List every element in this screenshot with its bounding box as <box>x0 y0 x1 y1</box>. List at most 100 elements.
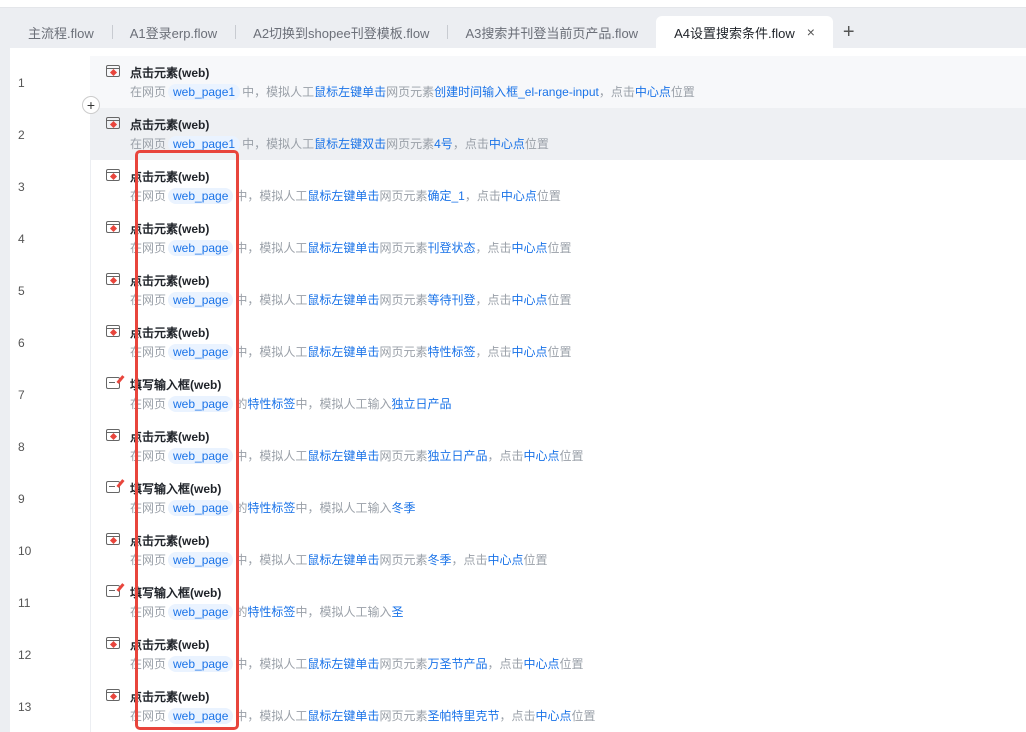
flow-step-row[interactable]: 13 点击元素(web) 在网页 web_page 中，模拟人工鼠标左键单击网页元素… <box>10 680 1026 732</box>
line-number: 5 <box>18 284 25 298</box>
desc-text: 中，模拟人工 <box>235 189 308 203</box>
step-title: 点击元素(web) <box>130 274 210 288</box>
step-body[interactable]: 点击元素(web) 在网页 web_page 中，模拟人工鼠标左键单击网页元素万圣节… <box>90 628 1026 680</box>
desc-text: 在网页 <box>130 345 167 359</box>
tab-label: A4设置搜索条件.flow <box>674 25 795 41</box>
desc-text: 中，模拟人工输入 <box>295 501 392 515</box>
param-value: 等待刊登 <box>427 293 476 307</box>
desc-text: 网页元素 <box>379 553 428 567</box>
step-body[interactable]: 填写输入框(web) 在网页 web_page 的特性标签中，模拟人工输入圣 <box>90 576 1026 628</box>
step-body[interactable]: 填写输入框(web) 在网页 web_page 的特性标签中，模拟人工输入独立日产品 <box>90 368 1026 420</box>
flow-step-row[interactable]: 5 点击元素(web) 在网页 web_page 中，模拟人工鼠标左键单击网页元素等… <box>10 264 1026 316</box>
step-body[interactable]: 点击元素(web) 在网页 web_page 中，模拟人工鼠标左键单击网页元素确定_… <box>90 160 1026 212</box>
line-number: 11 <box>18 596 31 610</box>
param-value: 特性标签 <box>247 605 296 619</box>
tab-0[interactable]: 主流程.flow <box>10 16 112 48</box>
line-number: 12 <box>18 648 32 662</box>
desc-text: ，点击 <box>487 657 524 671</box>
click-element-icon <box>106 221 120 233</box>
desc-text: 位置 <box>559 657 584 671</box>
step-body[interactable]: 点击元素(web) 在网页 web_page 中，模拟人工鼠标左键单击网页元素等待刊… <box>90 264 1026 316</box>
param-value: 中心点 <box>511 241 548 255</box>
click-element-icon <box>106 637 120 649</box>
flow-step-row[interactable]: 3 点击元素(web) 在网页 web_page 中，模拟人工鼠标左键单击网页元素确… <box>10 160 1026 212</box>
param-value: 独立日产品 <box>391 397 452 411</box>
desc-text: ，点击 <box>464 189 501 203</box>
step-body[interactable]: 点击元素(web) 在网页 web_page 中，模拟人工鼠标左键单击网页元素特性标… <box>90 316 1026 368</box>
param-value: 鼠标左键单击 <box>307 709 380 723</box>
param-value: 4号 <box>434 137 453 151</box>
flow-step-row[interactable]: 2 点击元素(web) 在网页 web_page1 中，模拟人工鼠标左键双击网页元素… <box>10 108 1026 160</box>
flow-step-row[interactable]: 1 点击元素(web) 在网页 web_page1 中，模拟人工鼠标左键单击网页元素… <box>10 56 1026 108</box>
step-body[interactable]: 点击元素(web) 在网页 web_page 中，模拟人工鼠标左键单击网页元素圣帕特… <box>90 680 1026 732</box>
step-body[interactable]: 点击元素(web) 在网页 web_page 中，模拟人工鼠标左键单击网页元素刊登状… <box>90 212 1026 264</box>
step-description: 在网页 web_page 的特性标签中，模拟人工输入圣 <box>130 603 403 620</box>
param-value: 鼠标左键单击 <box>307 293 380 307</box>
param-value: 鼠标左键单击 <box>307 657 380 671</box>
click-element-icon <box>106 65 120 77</box>
step-title: 填写输入框(web) <box>130 378 222 392</box>
flow-step-row[interactable]: 10 点击元素(web) 在网页 web_page 中，模拟人工鼠标左键单击网页元素… <box>10 524 1026 576</box>
desc-text: 位置 <box>559 449 584 463</box>
desc-text: 中，模拟人工输入 <box>295 397 392 411</box>
fill-input-icon <box>106 481 120 493</box>
desc-text: ，点击 <box>475 345 512 359</box>
step-description: 在网页 web_page 中，模拟人工鼠标左键单击网页元素特性标签，点击中心点位置 <box>130 343 572 360</box>
desc-text: 在网页 <box>130 449 167 463</box>
param-value: 冬季 <box>427 553 452 567</box>
tab-3[interactable]: A3搜索并刊登当前页产品.flow <box>447 16 656 48</box>
desc-text: 在网页 <box>130 501 167 515</box>
step-title: 点击元素(web) <box>130 430 210 444</box>
desc-text: 位置 <box>547 241 572 255</box>
step-title: 点击元素(web) <box>130 638 210 652</box>
desc-text: 位置 <box>547 345 572 359</box>
tab-2[interactable]: A2切换到shopee刊登模板.flow <box>235 16 447 48</box>
flow-step-row[interactable]: 8 点击元素(web) 在网页 web_page 中，模拟人工鼠标左键单击网页元素独… <box>10 420 1026 472</box>
flow-step-row[interactable]: 6 点击元素(web) 在网页 web_page 中，模拟人工鼠标左键单击网页元素特… <box>10 316 1026 368</box>
flow-step-row[interactable]: 11 填写输入框(web) 在网页 web_page 的特性标签中，模拟人工输入圣 <box>10 576 1026 628</box>
desc-text: 位置 <box>524 137 549 151</box>
desc-text: 中，模拟人工 <box>242 85 315 99</box>
insert-step-button[interactable]: + <box>82 96 100 114</box>
click-element-icon <box>106 169 120 181</box>
flow-editor: + 1 点击元素(web) 在网页 web_page1 中，模拟人工鼠标左键单击网页… <box>10 48 1026 732</box>
step-body[interactable]: 点击元素(web) 在网页 web_page 中，模拟人工鼠标左键单击网页元素独立日… <box>90 420 1026 472</box>
add-tab-button[interactable]: + <box>833 16 865 48</box>
window-top-strip <box>0 0 1026 8</box>
variable-chip: web_page <box>168 344 234 360</box>
tab-4[interactable]: A4设置搜索条件.flow × <box>656 16 833 48</box>
tab-label: A1登录erp.flow <box>129 25 218 41</box>
param-value: 中心点 <box>488 137 525 151</box>
line-number: 7 <box>18 388 25 402</box>
desc-text: 网页元素 <box>379 345 428 359</box>
variable-chip: web_page1 <box>168 84 241 100</box>
flow-step-row[interactable]: 7 填写输入框(web) 在网页 web_page 的特性标签中，模拟人工输入独立日… <box>10 368 1026 420</box>
step-title: 点击元素(web) <box>130 118 210 132</box>
desc-text: 网页元素 <box>379 293 428 307</box>
tab-label: A3搜索并刊登当前页产品.flow <box>465 25 639 41</box>
step-body[interactable]: 点击元素(web) 在网页 web_page 中，模拟人工鼠标左键单击网页元素冬季，… <box>90 524 1026 576</box>
desc-text: 在网页 <box>130 657 167 671</box>
desc-text: 中，模拟人工输入 <box>295 605 392 619</box>
desc-text: 位置 <box>670 85 695 99</box>
step-body[interactable]: 点击元素(web) 在网页 web_page1 中，模拟人工鼠标左键单击网页元素创建… <box>90 56 1026 108</box>
step-description: 在网页 web_page 中，模拟人工鼠标左键单击网页元素冬季，点击中心点位置 <box>130 551 548 568</box>
param-value: 中心点 <box>523 449 560 463</box>
desc-text: 网页元素 <box>379 709 428 723</box>
close-icon[interactable]: × <box>807 24 815 40</box>
line-number: 8 <box>18 440 25 454</box>
step-description: 在网页 web_page1 中，模拟人工鼠标左键双击网页元素4号，点击中心点位置 <box>130 135 549 152</box>
tab-1[interactable]: A1登录erp.flow <box>111 16 235 48</box>
step-body[interactable]: 填写输入框(web) 在网页 web_page 的特性标签中，模拟人工输入冬季 <box>90 472 1026 524</box>
step-title: 点击元素(web) <box>130 222 210 236</box>
click-element-icon <box>106 533 120 545</box>
param-value: 中心点 <box>523 657 560 671</box>
variable-chip: web_page <box>168 292 234 308</box>
param-value: 中心点 <box>487 553 524 567</box>
flow-step-row[interactable]: 12 点击元素(web) 在网页 web_page 中，模拟人工鼠标左键单击网页元素… <box>10 628 1026 680</box>
flow-step-row[interactable]: 4 点击元素(web) 在网页 web_page 中，模拟人工鼠标左键单击网页元素刊… <box>10 212 1026 264</box>
desc-text: 在网页 <box>130 137 167 151</box>
flow-step-row[interactable]: 9 填写输入框(web) 在网页 web_page 的特性标签中，模拟人工输入冬季 <box>10 472 1026 524</box>
step-body[interactable]: 点击元素(web) 在网页 web_page1 中，模拟人工鼠标左键双击网页元素4号… <box>90 108 1026 160</box>
desc-text: 在网页 <box>130 709 167 723</box>
